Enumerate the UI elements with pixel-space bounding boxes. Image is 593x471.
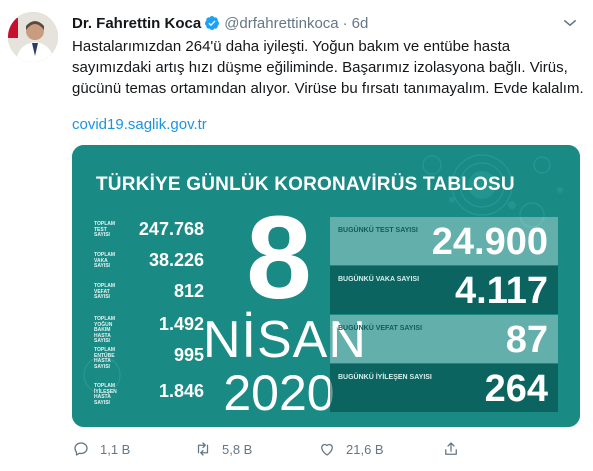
total-row: TOPLAM İYİLEŞEN HASTA SAYISI 1.846 [94, 381, 204, 405]
total-value: 812 [173, 281, 204, 301]
total-row: TOPLAM VEFAT SAYISI 812 [94, 281, 204, 305]
tweet-header: Dr. Fahrettin Koca @drfahrettinkoca · 6d [72, 12, 581, 34]
total-row: TOPLAM VAKA SAYISI 38.226 [94, 250, 204, 274]
total-value: 247.768 [138, 219, 204, 239]
like-button[interactable]: 21,6 B [318, 440, 384, 458]
today-label: BUGÜNKÜ İYİLEŞEN SAYISI [338, 374, 432, 381]
total-label: TOPLAM VAKA SAYISI [94, 252, 116, 269]
retweet-icon [197, 442, 209, 456]
tweet-actions: 1,1 B 5,8 B 21,6 B [72, 440, 572, 462]
today-box: BUGÜNKÜ TEST SAYISI 24.900 [330, 217, 558, 265]
avatar-image [8, 12, 58, 62]
today-value: 264 [484, 368, 548, 410]
total-value: 1.846 [158, 381, 204, 401]
total-row: TOPLAM TEST SAYISI 247.768 [94, 219, 204, 243]
share-button[interactable] [442, 440, 470, 458]
today-value: 87 [505, 319, 548, 361]
heart-icon [321, 443, 333, 456]
avatar[interactable] [8, 12, 58, 62]
today-label: BUGÜNKÜ VAKA SAYISI [338, 276, 420, 283]
retweet-button[interactable]: 5,8 B [194, 440, 252, 458]
retweet-count: 5,8 B [222, 441, 253, 457]
today-value: 24.900 [431, 221, 548, 263]
author-name[interactable]: Dr. Fahrettin Koca [72, 15, 201, 32]
reply-icon [74, 442, 88, 456]
media-card[interactable]: TÜRKİYE GÜNLÜK KORONAVİRÜS TABLOSU TOPLA… [72, 145, 580, 427]
total-label: TOPLAM VEFAT SAYISI [94, 283, 116, 300]
today-value: 4.117 [455, 270, 548, 312]
today-box: BUGÜNKÜ İYİLEŞEN SAYISI 264 [330, 364, 558, 412]
author-handle[interactable]: @drfahrettinkoca [224, 15, 338, 32]
total-label: TOPLAM TEST SAYISI [94, 221, 116, 238]
reply-count: 1,1 B [100, 441, 131, 457]
chevron-down-icon[interactable] [561, 14, 579, 32]
today-label: BUGÜNKÜ VEFAT SAYISI [338, 325, 423, 332]
tweet-link[interactable]: covid19.saglik.gov.tr [72, 116, 207, 133]
total-label: TOPLAM İYİLEŞEN HASTA SAYISI [94, 383, 117, 406]
separator-dot: · [342, 14, 348, 32]
like-count: 21,6 B [346, 441, 384, 457]
total-row: TOPLAM ENTÜBE HASTA SAYISI 995 [94, 345, 204, 369]
total-label: TOPLAM YOĞUN BAKIM HASTA SAYISI [94, 316, 116, 344]
verified-badge-icon [205, 16, 220, 30]
total-value: 1.492 [158, 314, 204, 334]
share-icon [445, 442, 457, 455]
tweet-text: Hastalarımızdan 264'ü daha iyileşti. Yoğ… [72, 38, 584, 97]
today-box: BUGÜNKÜ VAKA SAYISI 4.117 [330, 266, 558, 314]
total-value: 38.226 [148, 250, 204, 270]
today-label: BUGÜNKÜ TEST SAYISI [338, 227, 418, 234]
total-label: TOPLAM ENTÜBE HASTA SAYISI [94, 347, 116, 370]
reply-button[interactable]: 1,1 B [72, 440, 130, 458]
total-row: TOPLAM YOĞUN BAKIM HASTA SAYISI 1.492 [94, 314, 204, 344]
tweet-timestamp[interactable]: 6d [352, 15, 369, 32]
total-value: 995 [173, 345, 204, 365]
today-box: BUGÜNKÜ VEFAT SAYISI 87 [330, 315, 558, 363]
